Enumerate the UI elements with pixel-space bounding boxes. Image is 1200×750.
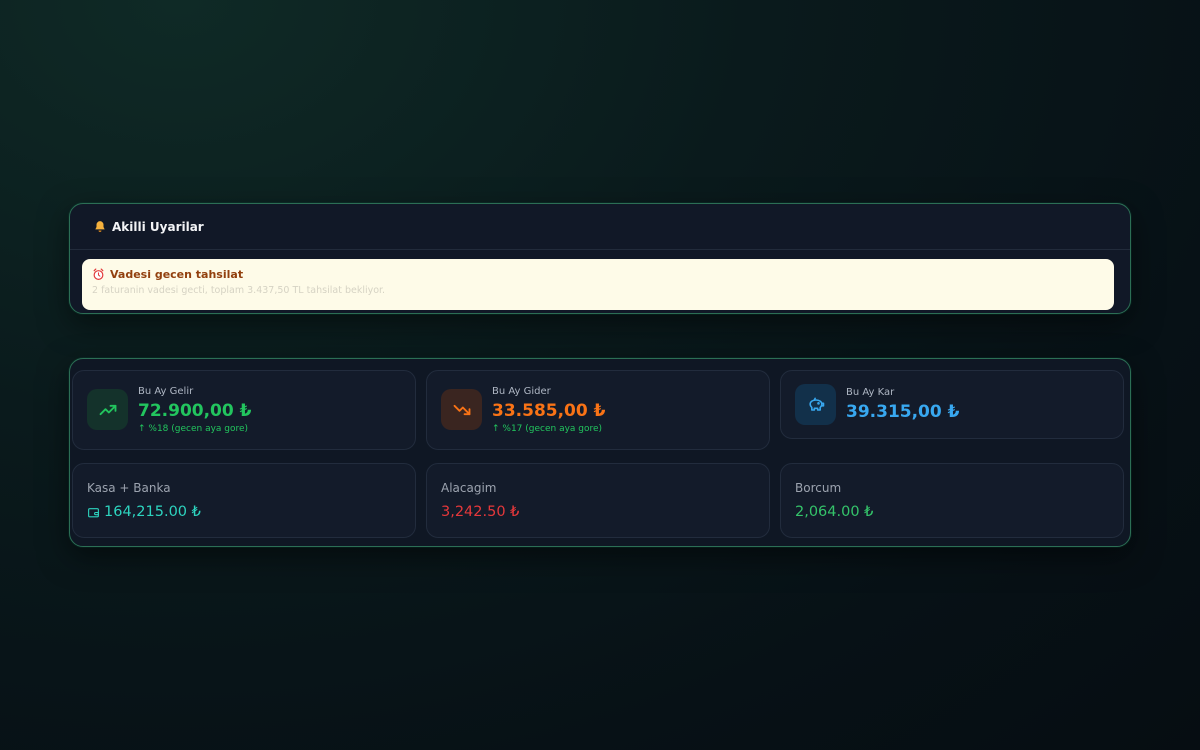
kpi-label: Bu Ay Kar <box>846 387 895 398</box>
wallet-icon <box>87 506 100 519</box>
kpi-card-income[interactable]: Bu Ay Gelir 72.900,00 ₺ ↑ %18 (gecen aya… <box>72 370 416 450</box>
kpi-trend: ↑ %18 (gecen aya gore) <box>138 424 249 434</box>
balance-label: Alacagim <box>441 481 497 495</box>
alert-description: 2 faturanin vadesi gecti, toplam 3.437,5… <box>92 285 386 296</box>
kpi-label: Bu Ay Gider <box>492 386 551 397</box>
finance-summary-panel: Bu Ay Gelir 72.900,00 ₺ ↑ %18 (gecen aya… <box>69 358 1131 547</box>
kpi-label: Bu Ay Gelir <box>138 386 194 397</box>
balance-card-payables[interactable]: Borcum 2,064.00 ₺ <box>780 463 1124 538</box>
kpi-card-profit[interactable]: Bu Ay Kar 39.315,00 ₺ <box>780 370 1124 439</box>
balance-card-cash-bank[interactable]: Kasa + Banka 164,215.00 ₺ <box>72 463 416 538</box>
balance-value: 3,242.50 ₺ <box>441 504 520 520</box>
piggy-bank-icon <box>795 384 836 425</box>
bell-icon <box>93 220 107 234</box>
alerts-title: Akilli Uyarilar <box>112 219 204 234</box>
kpi-trend: ↑ %17 (gecen aya gore) <box>492 424 603 434</box>
balance-label: Borcum <box>795 481 842 495</box>
trending-up-icon <box>87 389 128 430</box>
balance-label: Kasa + Banka <box>87 481 171 495</box>
kpi-value: 72.900,00 ₺ <box>138 401 252 421</box>
kpi-value: 33.585,00 ₺ <box>492 401 606 421</box>
alert-item-overdue-collection[interactable]: Vadesi gecen tahsilat 2 faturanin vadesi… <box>82 259 1114 310</box>
alarm-clock-icon <box>92 268 105 281</box>
trending-down-icon <box>441 389 482 430</box>
balance-card-receivables[interactable]: Alacagim 3,242.50 ₺ <box>426 463 770 538</box>
kpi-value: 39.315,00 ₺ <box>846 402 960 422</box>
alerts-header: Akilli Uyarilar <box>70 204 1130 250</box>
alert-title: Vadesi gecen tahsilat <box>110 268 244 281</box>
kpi-card-expense[interactable]: Bu Ay Gider 33.585,00 ₺ ↑ %17 (gecen aya… <box>426 370 770 450</box>
smart-alerts-panel: Akilli Uyarilar Vadesi gecen tahsilat 2 … <box>69 203 1131 314</box>
balance-value: 2,064.00 ₺ <box>795 504 874 520</box>
balance-value: 164,215.00 ₺ <box>104 504 201 520</box>
